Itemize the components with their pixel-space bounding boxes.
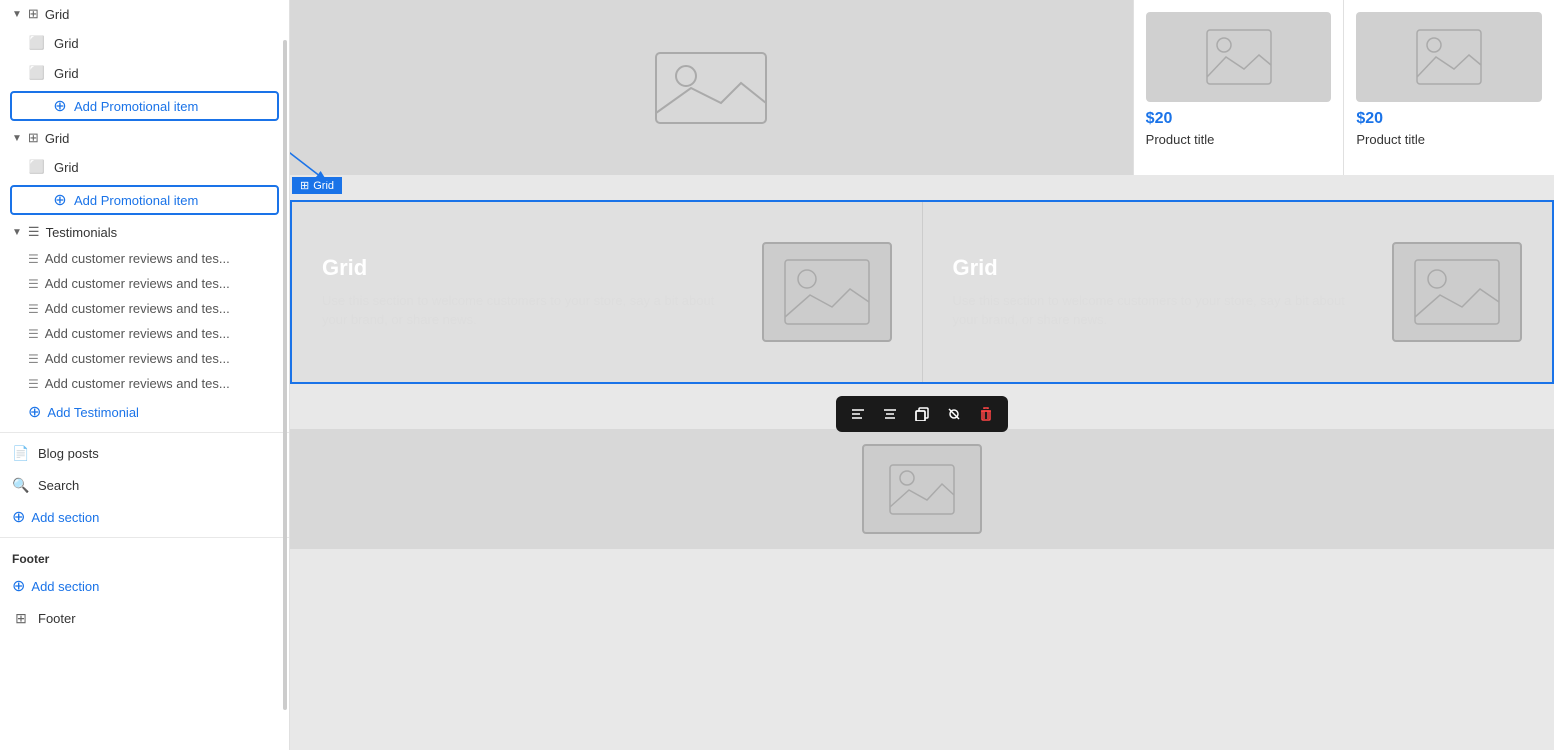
grid-cell-2[interactable]: Grid Use this section to welcome custome… [923,202,1553,382]
sidebar-group-grid-1[interactable]: ▼ ⊞ Grid [0,0,289,28]
product-img-placeholder-1 [1204,27,1274,87]
below-section-placeholder [862,444,982,534]
footer-icon: ⊞ [12,609,30,627]
toolbar-btn-hide[interactable] [940,400,968,428]
grid-cell-1[interactable]: Grid Use this section to welcome custome… [292,202,923,382]
add-section-btn-2[interactable]: ⊕ Add section [0,570,289,602]
sidebar-group-testimonials[interactable]: ▼ ☰ Testimonials [0,218,289,246]
chevron-down-icon-3: ▼ [12,227,22,238]
crop-icon-3: ⬜ [28,158,46,176]
testimonial-item-1[interactable]: ☰ Add customer reviews and tes... [0,246,289,271]
toolbar-btn-copy[interactable] [908,400,936,428]
product-image-2 [1356,12,1542,102]
testimonial-item-2[interactable]: ☰ Add customer reviews and tes... [0,271,289,296]
lines-icon-1: ☰ [28,252,39,266]
toolbar-area: Grid [290,384,1554,429]
testimonial-item-5[interactable]: ☰ Add customer reviews and tes... [0,346,289,371]
toolbar-btn-align-left[interactable] [844,400,872,428]
top-image-placeholder [290,0,1133,175]
below-placeholder-svg [887,462,957,517]
plus-icon-section-1: ⊕ [12,507,25,527]
product-image-1 [1146,12,1332,102]
sidebar-item-grid-1b[interactable]: ⬜ Grid [0,58,289,88]
grid-label-tag: ⊞ Grid [292,177,342,194]
grid-placeholder-svg-1 [782,257,872,327]
product-card-2[interactable]: $20 Product title [1343,0,1554,175]
top-products: $20 Product title $20 Product title [1133,0,1554,175]
grid-icon: ⊞ [28,6,39,22]
grid-img-1 [762,242,892,342]
crop-icon: ⬜ [28,34,46,52]
lines-icon-3: ☰ [28,302,39,316]
grid-cell-title-2: Grid [953,255,1373,281]
chevron-down-icon-2: ▼ [12,133,22,144]
divider-1 [0,432,289,433]
grid-section[interactable]: Grid Use this section to welcome custome… [290,200,1554,384]
footer-section-label: Footer [0,542,289,570]
product-title-2: Product title [1356,132,1542,147]
crop-icon-2: ⬜ [28,64,46,82]
grid-cell-text-2: Grid Use this section to welcome custome… [953,255,1373,330]
add-section-btn-1[interactable]: ⊕ Add section [0,501,289,533]
add-promotional-item-btn-1[interactable]: ⊕ Add Promotional item [10,91,279,121]
product-price-2: $20 [1356,110,1542,128]
grid-cell-desc-2: Use this section to welcome customers to… [953,291,1373,330]
top-section: $20 Product title $20 Product title [290,0,1554,175]
placeholder-image-icon [651,48,771,128]
toolbar-btn-delete[interactable] [972,400,1000,428]
sidebar-item-blog-posts[interactable]: 📄 Blog posts [0,437,289,469]
below-section [290,429,1554,549]
add-testimonial-btn[interactable]: ⊕ Add Testimonial [0,396,289,428]
plus-icon-testimonial: ⊕ [28,402,41,422]
grid-cell-desc-1: Use this section to welcome customers to… [322,291,742,330]
plus-icon-section-2: ⊕ [12,576,25,596]
grid-tag-icon: ⊞ [300,179,309,192]
main-canvas: $20 Product title $20 Product title [290,0,1554,750]
canvas-area: $20 Product title $20 Product title [290,0,1554,750]
testimonial-item-3[interactable]: ☰ Add customer reviews and tes... [0,296,289,321]
sidebar-item-grid-2a[interactable]: ⬜ Grid [0,152,289,182]
toolbar-btn-align-center[interactable] [876,400,904,428]
grid-placeholder-svg-2 [1412,257,1502,327]
grid-section-area: ⊞ Grid Grid Use this section to welcome … [290,175,1554,384]
blog-icon: 📄 [12,444,30,462]
grid-cell-text-1: Grid Use this section to welcome custome… [322,255,742,330]
scrollbar[interactable] [283,40,287,710]
toolbar-popup [836,396,1008,432]
product-price-1: $20 [1146,110,1332,128]
testimonial-item-6[interactable]: ☰ Add customer reviews and tes... [0,371,289,396]
sidebar-item-footer[interactable]: ⊞ Footer [0,602,289,634]
testimonial-item-4[interactable]: ☰ Add customer reviews and tes... [0,321,289,346]
plus-icon-1: ⊕ [52,98,68,114]
add-promotional-item-btn-2[interactable]: ⊕ Add Promotional item [10,185,279,215]
grid-img-2 [1392,242,1522,342]
product-card-1[interactable]: $20 Product title [1133,0,1344,175]
testimonials-icon: ☰ [28,224,40,240]
product-img-placeholder-2 [1414,27,1484,87]
sidebar-item-search[interactable]: 🔍 Search [0,469,289,501]
search-icon: 🔍 [12,476,30,494]
sidebar-item-grid-1a[interactable]: ⬜ Grid [0,28,289,58]
lines-icon-6: ☰ [28,377,39,391]
chevron-down-icon: ▼ [12,9,22,20]
product-title-1: Product title [1146,132,1332,147]
grid-cell-title-1: Grid [322,255,742,281]
divider-2 [0,537,289,538]
lines-icon-4: ☰ [28,327,39,341]
lines-icon-5: ☰ [28,352,39,366]
sidebar-group-grid-2[interactable]: ▼ ⊞ Grid [0,124,289,152]
lines-icon-2: ☰ [28,277,39,291]
plus-icon-2: ⊕ [52,192,68,208]
sidebar: ▼ ⊞ Grid ⬜ Grid ⬜ Grid ⊕ Add Promotional… [0,0,290,750]
grid-icon-2: ⊞ [28,130,39,146]
